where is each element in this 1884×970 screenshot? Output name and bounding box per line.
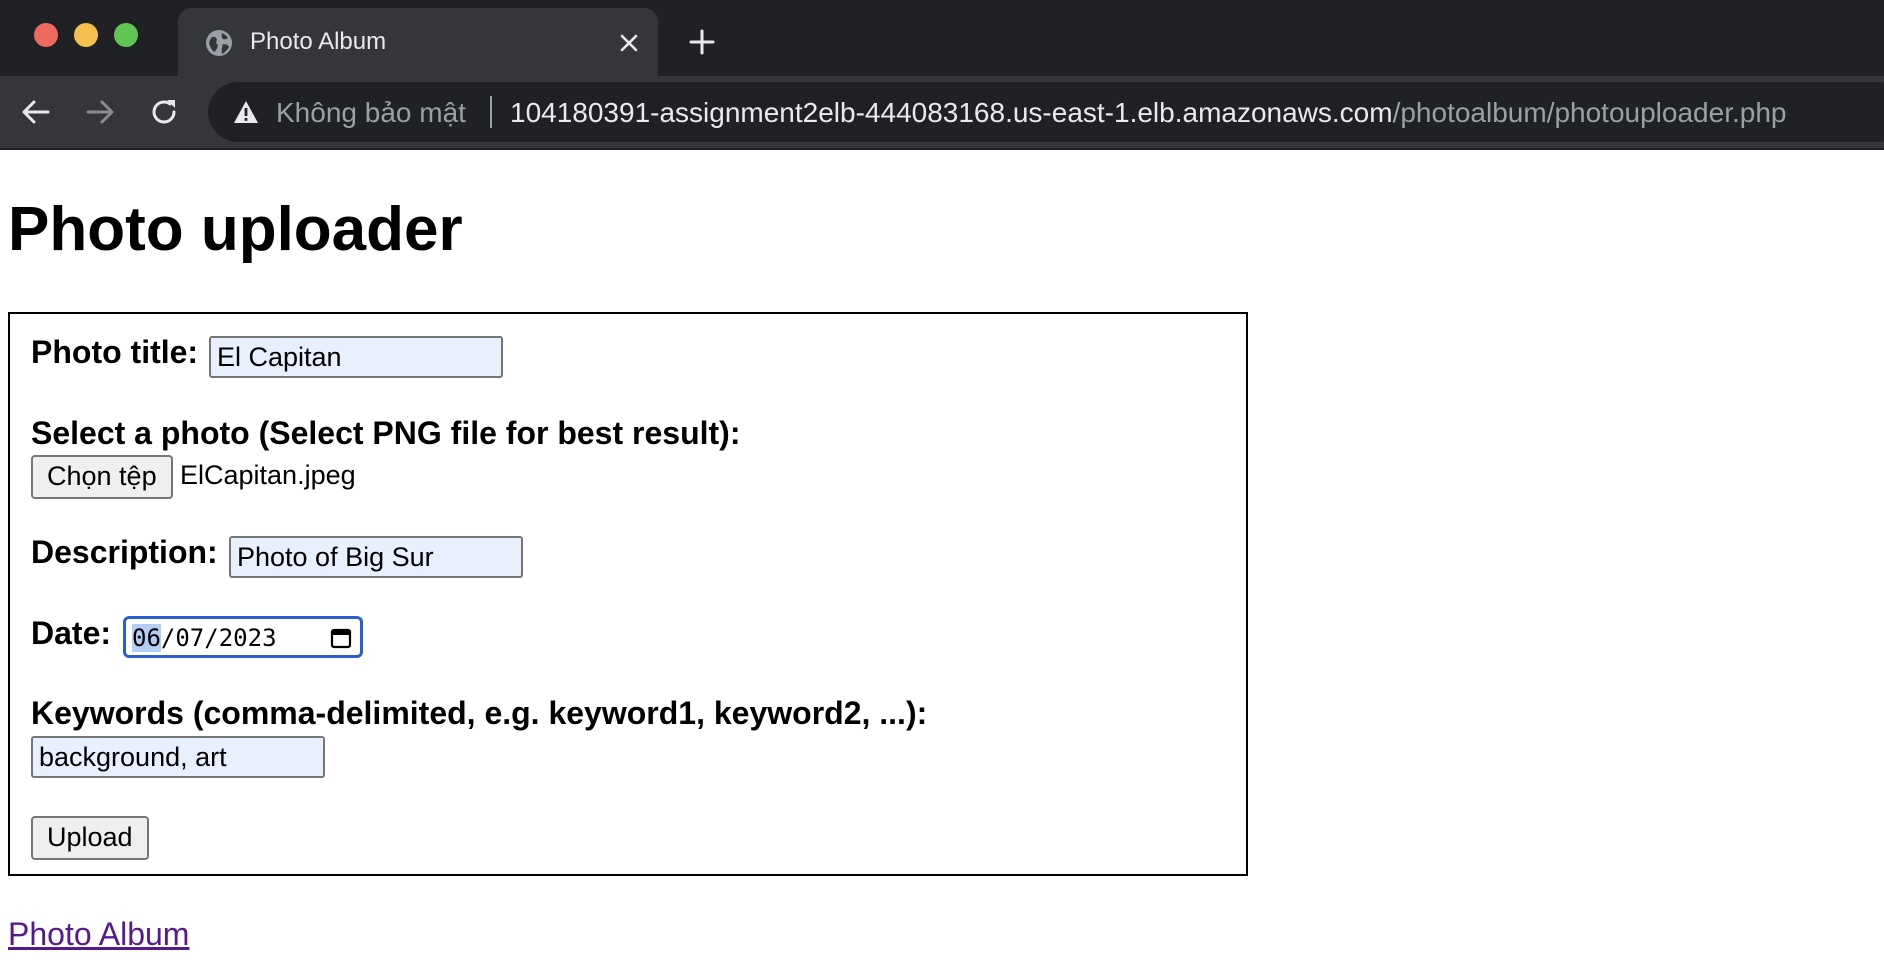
description-input[interactable] [229,536,523,578]
photo-album-link[interactable]: Photo Album [8,916,189,953]
calendar-icon[interactable] [330,627,352,649]
close-icon[interactable] [618,32,640,54]
select-photo-label: Select a photo (Select PNG file for best… [31,415,741,451]
date-day-segment[interactable]: 07 [175,624,204,652]
browser-tab-bar: Photo Album [0,0,1884,76]
date-year-segment[interactable]: 2023 [219,624,277,652]
upload-button[interactable]: Upload [31,816,149,860]
upload-form: Photo title: Select a photo (Select PNG … [8,312,1248,876]
keywords-label: Keywords (comma-delimited, e.g. keyword1… [31,695,928,731]
globe-icon [206,30,232,56]
address-separator [490,96,492,128]
browser-tab-active[interactable]: Photo Album [178,8,658,76]
url-text[interactable]: 104180391-assignment2elb-444083168.us-ea… [510,97,1786,129]
tab-title: Photo Album [250,28,387,55]
browser-toolbar: Không bảo mật 104180391-assignment2elb-4… [0,76,1884,150]
window-maximize-dot[interactable] [114,23,138,47]
window-minimize-dot[interactable] [74,23,98,47]
url-path: /photoalbum/photouploader.php [1392,97,1787,128]
url-host: 104180391-assignment2elb-444083168.us-ea… [510,97,1393,128]
date-value: 06/07/2023 [132,624,277,652]
window-close-dot[interactable] [34,23,58,47]
keywords-input[interactable] [31,736,325,778]
reload-icon[interactable] [148,96,180,128]
arrow-left-icon[interactable] [20,96,52,128]
date-input[interactable]: 06/07/2023 [123,616,363,658]
photo-title-input[interactable] [209,336,503,378]
plus-icon[interactable] [688,28,716,56]
date-label: Date: [31,615,112,651]
photo-title-label: Photo title: [31,334,199,370]
security-status-label[interactable]: Không bảo mật [276,97,466,129]
address-bar[interactable]: Không bảo mật 104180391-assignment2elb-4… [208,82,1884,142]
warning-icon[interactable] [232,99,260,125]
arrow-right-icon[interactable] [84,96,116,128]
selected-file-name: ElCapitan.jpeg [180,460,356,490]
date-month-segment[interactable]: 06 [132,624,161,652]
choose-file-button[interactable]: Chọn tệp [31,455,173,499]
page-title: Photo uploader [8,195,463,264]
description-label: Description: [31,534,218,570]
